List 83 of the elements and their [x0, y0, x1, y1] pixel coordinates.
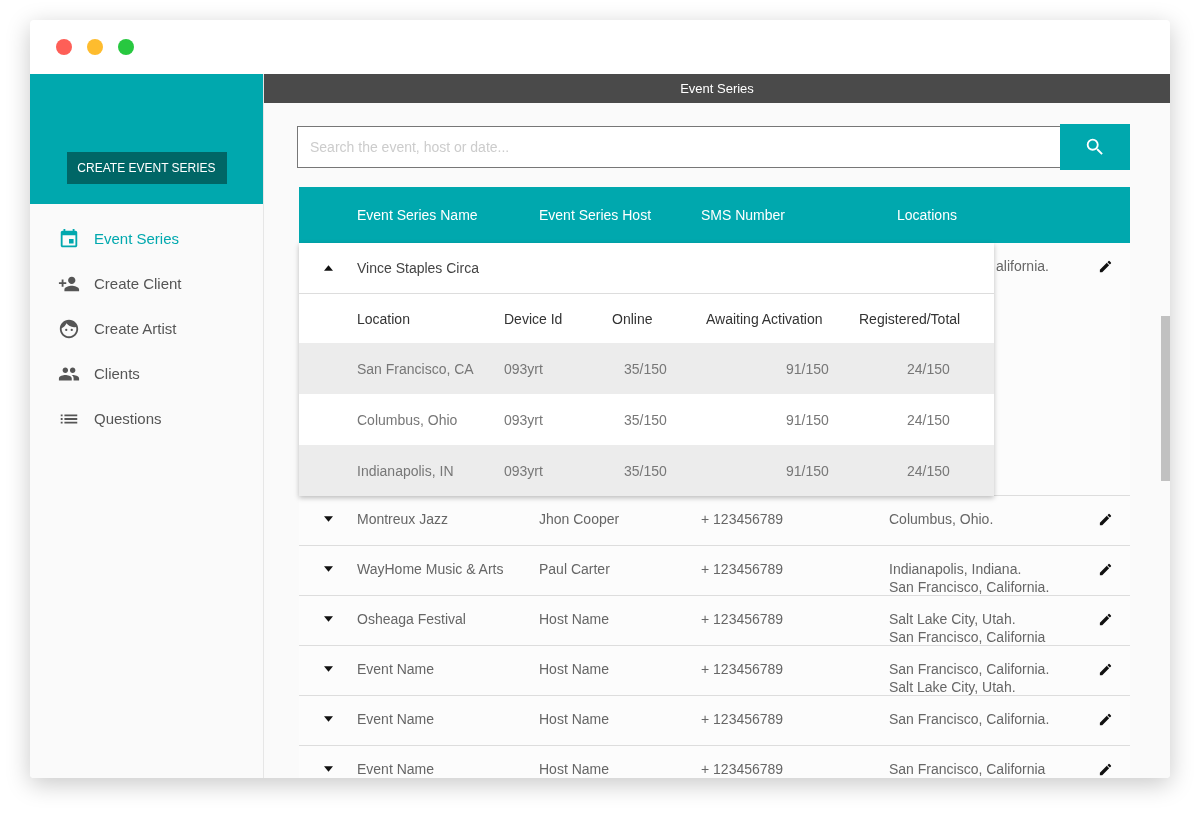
table-cell-text: Event Name: [357, 660, 436, 678]
table-cell-text: + 123456789: [701, 660, 785, 678]
sidebar-item[interactable]: Clients: [30, 351, 263, 396]
search-icon: [1084, 136, 1106, 158]
table-cell-text: Host Name: [539, 760, 611, 778]
event-series-name: Vince Staples Circa: [357, 260, 479, 276]
location-text: San Francisco, California.: [889, 578, 1051, 596]
column-header: SMS Number: [701, 207, 787, 223]
expand-caret-icon[interactable]: [323, 716, 333, 722]
table-cell-text: + 123456789: [701, 610, 785, 628]
location-text: San Francisco, California.: [889, 710, 1051, 728]
location-text: alifornia.: [996, 257, 1050, 275]
page-title: Event Series: [680, 81, 754, 96]
close-window-button[interactable]: [56, 39, 72, 55]
edit-icon[interactable]: [1097, 712, 1113, 727]
table-cell-text: 093yrt: [504, 411, 544, 428]
sidebar-item-label: Questions: [94, 410, 162, 427]
expand-caret-icon[interactable]: [323, 566, 333, 572]
table-cell-text: WayHome Music & Arts: [357, 560, 505, 578]
column-header: Location: [357, 310, 411, 327]
table-cell-text: Host Name: [539, 610, 611, 628]
location-text: Columbus, Ohio.: [889, 510, 995, 528]
column-header: Event Series Host: [539, 207, 653, 223]
sidebar-item-label: Clients: [94, 365, 140, 382]
table-cell-text: 91/150: [785, 462, 830, 479]
table-cell-text: Event Name: [357, 710, 436, 728]
expand-caret-icon[interactable]: [323, 666, 333, 672]
edit-icon[interactable]: [1097, 762, 1113, 777]
edit-icon[interactable]: [1097, 612, 1113, 627]
column-header: Device Id: [504, 310, 564, 327]
column-header: Registered/Total: [859, 310, 962, 327]
scrollbar-thumb[interactable]: [1161, 316, 1170, 481]
edit-icon[interactable]: [1097, 662, 1113, 677]
table-cell-text: + 123456789: [701, 710, 785, 728]
sidebar-item-label: Create Client: [94, 275, 182, 292]
table-cell-text: Jhon Cooper: [539, 510, 621, 528]
table-cell-text: Host Name: [539, 660, 611, 678]
table-cell-text: 24/150: [906, 411, 951, 428]
table-cell-text: 24/150: [906, 462, 951, 479]
location-text: San Francisco, California: [889, 628, 1047, 646]
table-cell-text: Host Name: [539, 710, 611, 728]
table-cell-text: Indianapolis, IN: [357, 462, 455, 479]
calendar-icon: [58, 227, 80, 250]
location-text: San Francisco, California: [889, 760, 1047, 778]
face-icon: [58, 317, 80, 340]
table-cell-text: 91/150: [785, 411, 830, 428]
column-header: Online: [612, 310, 654, 327]
column-header: Event Series Name: [357, 207, 479, 223]
expand-caret-icon[interactable]: [323, 616, 333, 622]
collapse-caret-icon[interactable]: [323, 265, 333, 271]
table-cell-text: + 123456789: [701, 510, 785, 528]
column-header: Awaiting Activation: [706, 310, 824, 327]
sidebar-item-label: Event Series: [94, 230, 180, 247]
expand-caret-icon[interactable]: [323, 516, 333, 522]
sidebar-item[interactable]: Questions: [30, 396, 263, 441]
create-event-series-button[interactable]: CREATE EVENT SERIES: [66, 152, 227, 184]
location-text: San Francisco, California.: [889, 660, 1051, 678]
expand-caret-icon[interactable]: [323, 766, 333, 772]
location-text: Salt Lake City, Utah.: [889, 610, 1017, 628]
column-header: Locations: [896, 207, 958, 223]
location-text: Indianapolis, Indiana.: [889, 560, 1023, 578]
table-cell-text: + 123456789: [701, 560, 785, 578]
table-cell-text: 35/150: [623, 360, 668, 377]
table-cell-text: Event Name: [357, 760, 436, 778]
table-cell-text: Paul Carter: [539, 560, 611, 578]
table-cell-text: 24/150: [906, 360, 951, 377]
sidebar-item[interactable]: Create Artist: [30, 306, 263, 351]
table-cell-text: Osheaga Festival: [357, 610, 467, 628]
table-cell-text: Columbus, Ohio: [357, 411, 459, 428]
table-cell-text: 91/150: [785, 360, 830, 377]
table-cell-text: 093yrt: [504, 462, 544, 479]
table-cell-text: + 123456789: [701, 760, 785, 778]
table-cell-text: San Francisco, CA: [357, 360, 475, 377]
table-cell-text: 35/150: [623, 462, 668, 479]
location-text: Salt Lake City, Utah.: [889, 678, 1017, 696]
table-cell-text: 093yrt: [504, 360, 544, 377]
table-cell-text: 35/150: [623, 411, 668, 428]
sidebar-item-label: Create Artist: [94, 320, 177, 337]
sidebar-item[interactable]: Create Client: [30, 261, 263, 306]
table-cell-text: Montreux Jazz: [357, 510, 450, 528]
edit-icon[interactable]: [1097, 259, 1113, 274]
edit-icon[interactable]: [1097, 512, 1113, 527]
edit-icon[interactable]: [1097, 562, 1113, 577]
